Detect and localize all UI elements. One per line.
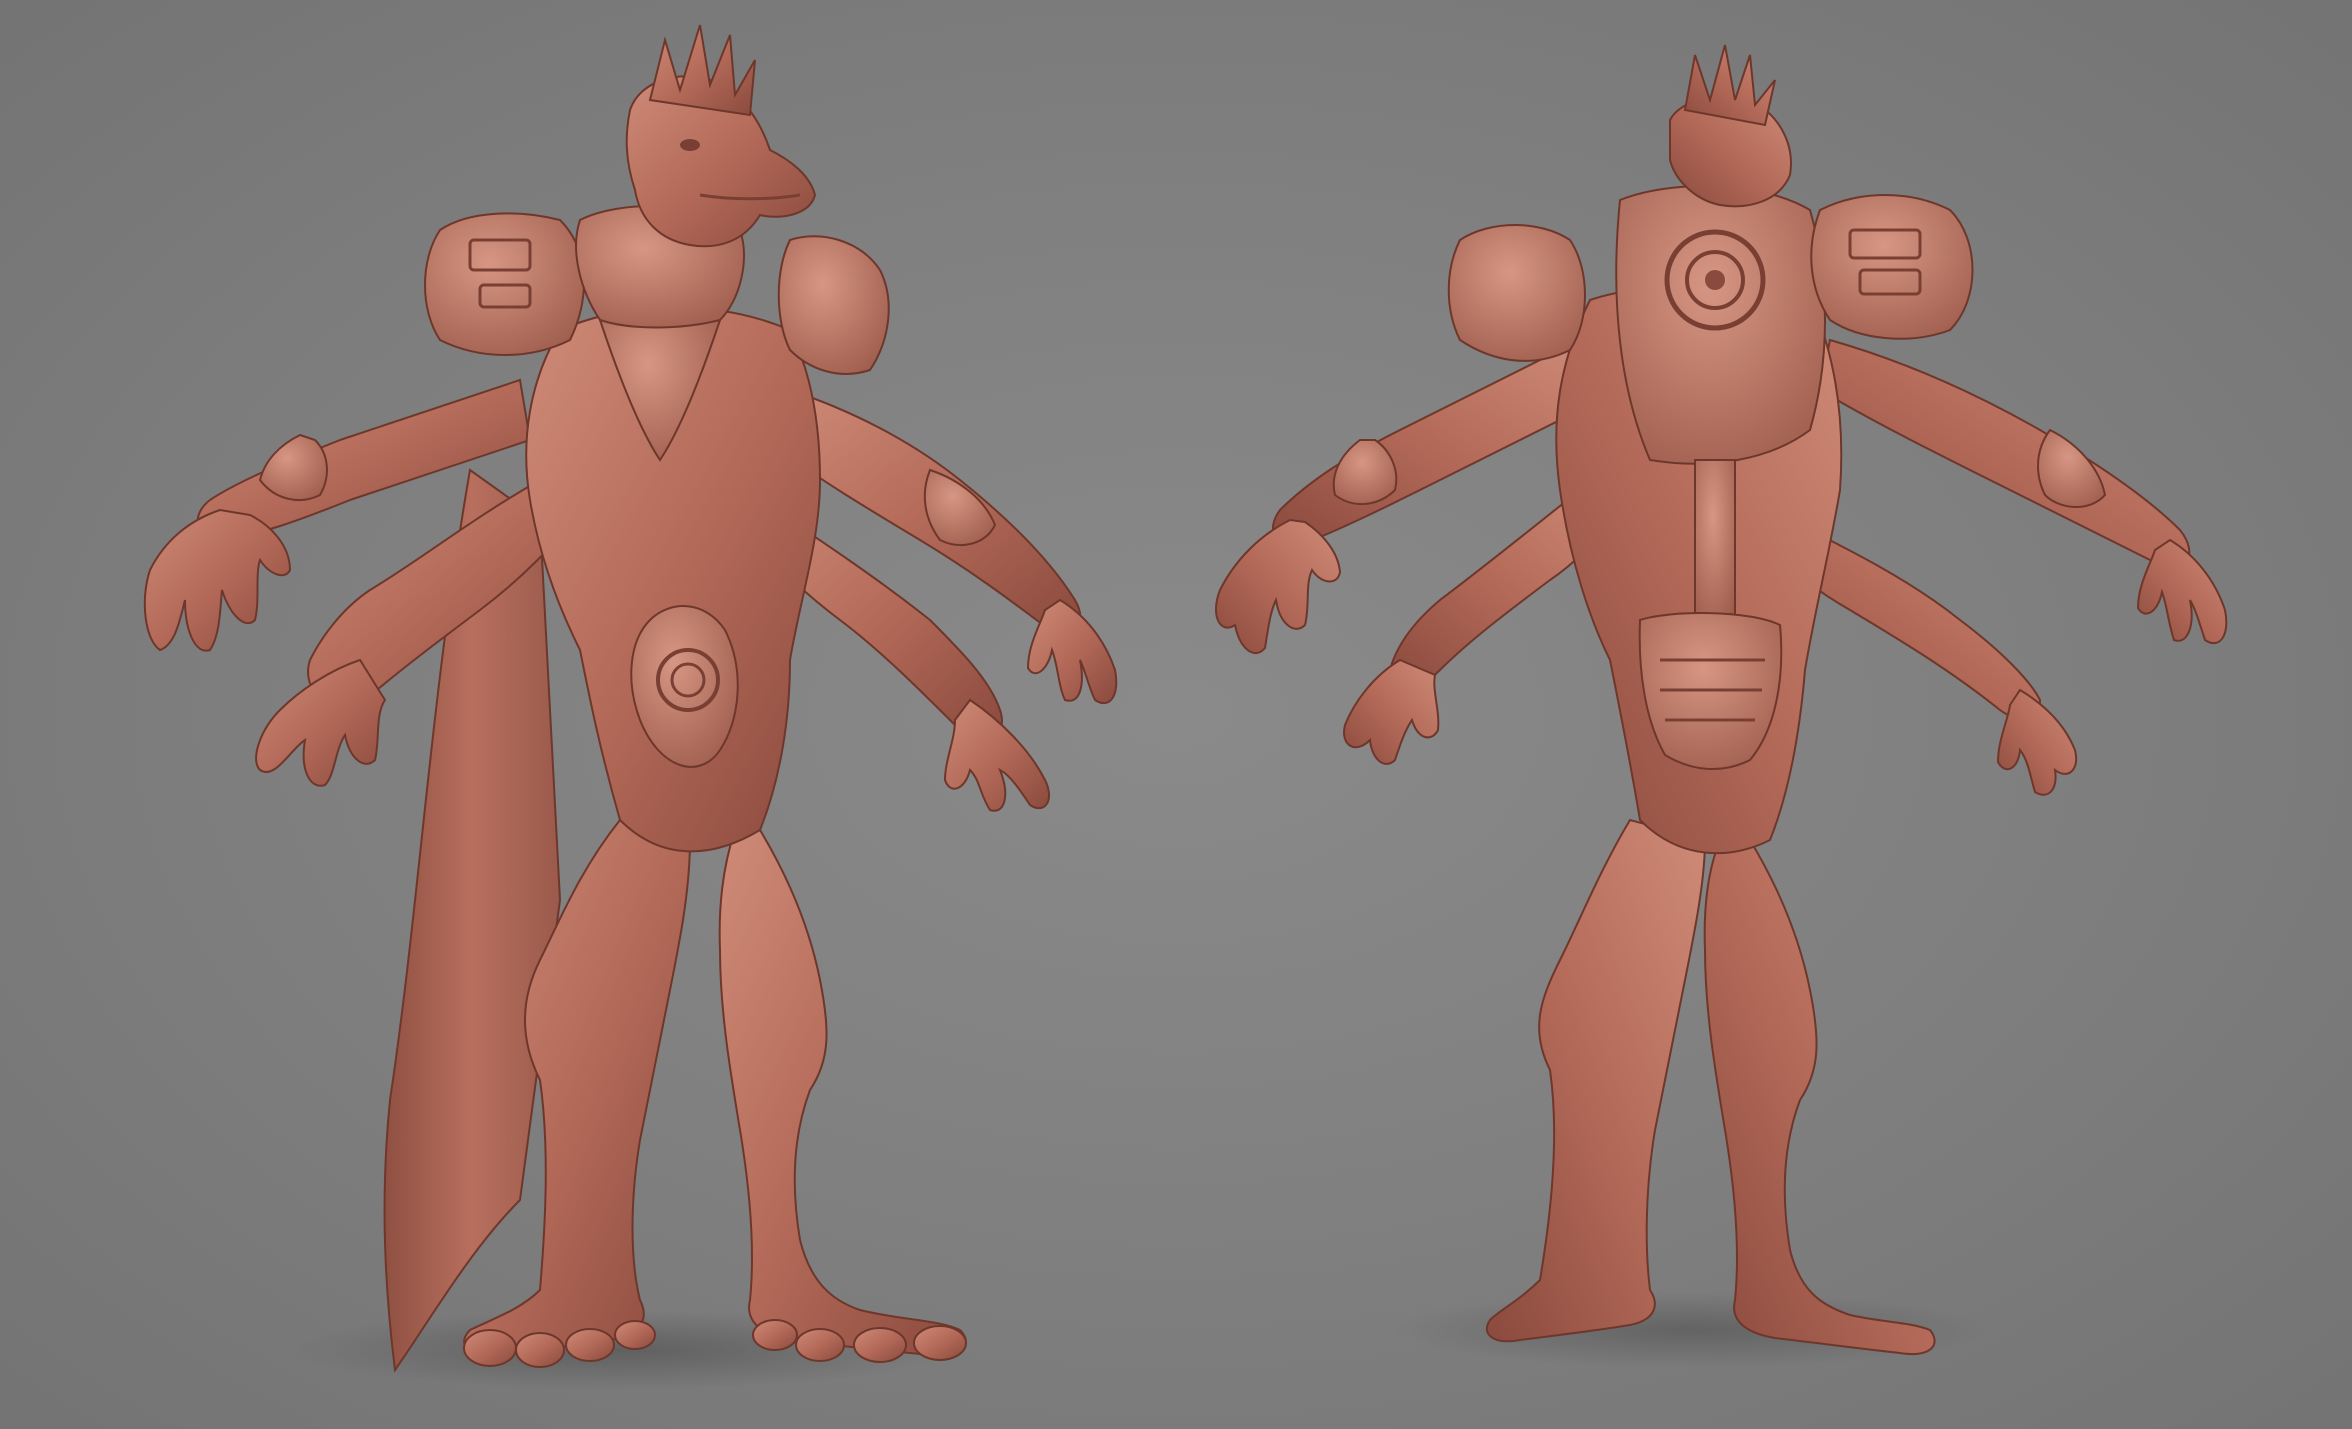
leg-right	[1703, 839, 1936, 1356]
backpack-emblem-core	[1705, 270, 1725, 290]
creature-back-view	[1150, 0, 2352, 1429]
head-spikes	[648, 24, 756, 117]
backpack	[1615, 185, 1826, 465]
creature-front-svg	[143, 24, 1118, 1390]
render-viewport	[0, 0, 2352, 1429]
arm-upper-right	[1818, 338, 2191, 569]
shoulder-pad-right	[777, 235, 890, 375]
leg-left	[1485, 818, 1707, 1343]
head-spikes	[1683, 44, 1776, 127]
hand-lower-left	[1343, 658, 1440, 765]
hand-lower-left	[255, 658, 387, 787]
creature-back-svg	[1215, 44, 2228, 1368]
shoulder-pad-right	[1810, 194, 1974, 340]
hand-lower-right	[1996, 688, 2078, 796]
eye	[680, 139, 700, 151]
spine-strap	[1694, 459, 1736, 621]
bracer-upper-right	[2037, 428, 2107, 508]
hand-upper-left	[1215, 518, 1342, 654]
creature-front-view	[0, 0, 1230, 1429]
hand-upper-left	[143, 508, 292, 652]
leg-right	[718, 829, 967, 1357]
shoulder-pad-left	[1447, 224, 1586, 362]
bracer-upper-left	[258, 433, 328, 501]
